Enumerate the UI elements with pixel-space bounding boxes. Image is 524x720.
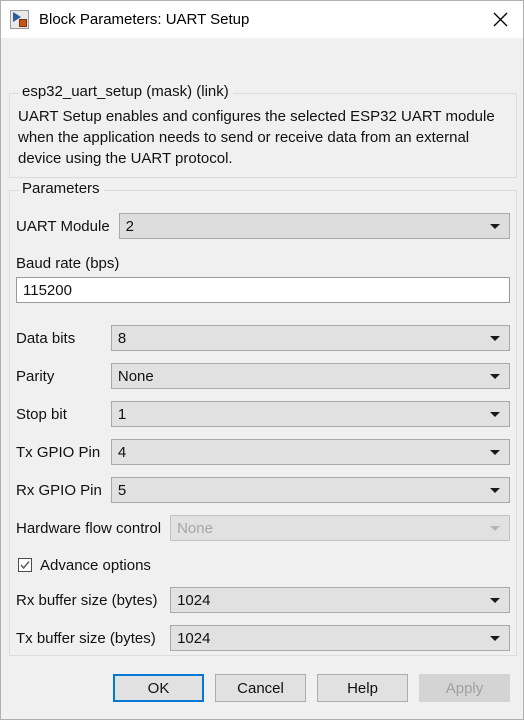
parameters-legend: Parameters: [19, 180, 104, 197]
tx-buffer-size-row: Tx buffer size (bytes) 1024: [16, 625, 510, 651]
data-bits-dropdown[interactable]: 8: [110, 325, 510, 351]
parity-dropdown[interactable]: None: [110, 363, 510, 389]
rx-gpio-pin-label: Rx GPIO Pin: [16, 481, 102, 499]
rx-gpio-pin-dropdown[interactable]: 5: [110, 477, 510, 503]
ok-button[interactable]: OK: [113, 674, 204, 702]
tx-gpio-pin-row: Tx GPIO Pin 4: [16, 439, 510, 465]
baud-rate-row: Baud rate (bps) 115200: [16, 255, 510, 303]
chevron-down-icon: [490, 450, 500, 455]
description-legend: esp32_uart_setup (mask) (link): [19, 83, 233, 100]
chevron-down-icon: [490, 598, 500, 603]
rx-buffer-size-label: Rx buffer size (bytes): [16, 591, 158, 609]
tx-buffer-size-dropdown[interactable]: 1024: [170, 625, 510, 651]
tx-gpio-pin-value: 4: [117, 443, 127, 461]
rx-gpio-pin-row: Rx GPIO Pin 5: [16, 477, 510, 503]
dialog-content: esp32_uart_setup (mask) (link) UART Setu…: [1, 38, 523, 657]
chevron-down-icon: [490, 336, 500, 341]
parity-value: None: [117, 367, 154, 385]
cancel-button[interactable]: Cancel: [215, 674, 306, 702]
hardware-flow-control-dropdown: None: [170, 515, 510, 541]
uart-module-dropdown[interactable]: 2: [118, 213, 510, 239]
tx-buffer-size-value: 1024: [177, 629, 211, 647]
stop-bit-value: 1: [117, 405, 127, 423]
data-bits-row: Data bits 8: [16, 325, 510, 351]
chevron-down-icon: [490, 526, 500, 531]
apply-button: Apply: [419, 674, 510, 702]
baud-rate-input[interactable]: 115200: [16, 277, 510, 303]
stop-bit-row: Stop bit 1: [16, 401, 510, 427]
parity-label: Parity: [16, 367, 55, 385]
advance-options-label: Advance options: [40, 556, 151, 574]
uart-module-value: 2: [125, 217, 134, 235]
description-group: esp32_uart_setup (mask) (link) UART Setu…: [9, 83, 517, 178]
parameters-group: Parameters UART Module 2 Baud rate (bps)…: [9, 180, 517, 656]
tx-gpio-pin-label: Tx GPIO Pin: [16, 443, 101, 461]
uart-module-row: UART Module 2: [16, 213, 510, 239]
parity-row: Parity None: [16, 363, 510, 389]
baud-rate-label: Baud rate (bps): [16, 255, 120, 272]
rx-buffer-size-dropdown[interactable]: 1024: [170, 587, 510, 613]
rx-buffer-size-value: 1024: [177, 591, 211, 609]
stop-bit-dropdown[interactable]: 1: [110, 401, 510, 427]
hardware-flow-control-value: None: [177, 519, 213, 537]
chevron-down-icon: [490, 488, 500, 493]
advance-options-row[interactable]: Advance options: [18, 555, 151, 575]
hardware-flow-control-label: Hardware flow control: [16, 519, 162, 537]
chevron-down-icon: [490, 374, 500, 379]
help-button[interactable]: Help: [317, 674, 408, 702]
uart-module-label: UART Module: [16, 217, 110, 235]
chevron-down-icon: [490, 224, 500, 229]
chevron-down-icon: [490, 636, 500, 641]
window-title: Block Parameters: UART Setup: [39, 11, 250, 28]
dialog-footer: OK Cancel Help Apply: [1, 657, 523, 719]
tx-buffer-size-label: Tx buffer size (bytes): [16, 629, 156, 647]
block-parameters-dialog: Block Parameters: UART Setup esp32_uart_…: [0, 0, 524, 720]
stop-bit-label: Stop bit: [16, 405, 67, 423]
simulink-block-icon: [10, 10, 29, 29]
rx-gpio-pin-value: 5: [117, 481, 127, 499]
description-text: UART Setup enables and configures the se…: [18, 108, 495, 167]
tx-gpio-pin-dropdown[interactable]: 4: [110, 439, 510, 465]
baud-rate-value: 115200: [23, 281, 72, 299]
close-icon[interactable]: [477, 1, 523, 38]
hardware-flow-control-row: Hardware flow control None: [16, 515, 510, 541]
data-bits-value: 8: [117, 329, 127, 347]
advance-options-checkbox[interactable]: [18, 558, 32, 572]
chevron-down-icon: [490, 412, 500, 417]
title-bar: Block Parameters: UART Setup: [1, 1, 523, 38]
rx-buffer-size-row: Rx buffer size (bytes) 1024: [16, 587, 510, 613]
data-bits-label: Data bits: [16, 329, 76, 347]
